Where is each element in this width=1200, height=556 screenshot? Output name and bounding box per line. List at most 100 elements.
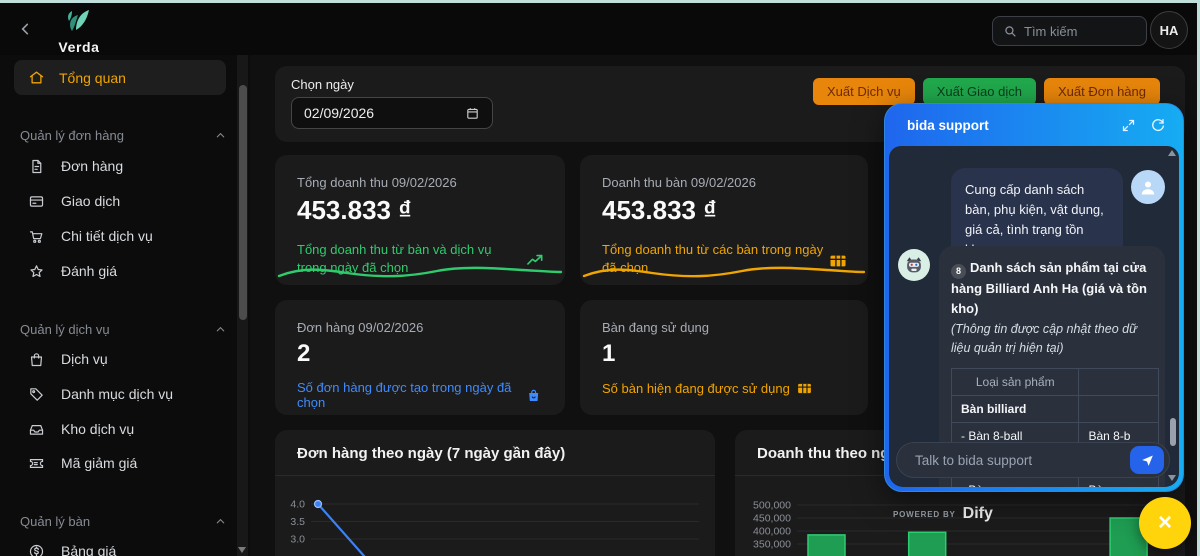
sidebar-item-chi-tiet-dich-vu[interactable]: Chi tiết dịch vụ bbox=[14, 222, 226, 250]
svg-text:450,000: 450,000 bbox=[753, 513, 791, 525]
powered-by-footer: POWERED BY Dify bbox=[893, 505, 993, 523]
chat-close-button[interactable]: × bbox=[1139, 497, 1191, 549]
person-icon bbox=[1141, 181, 1155, 195]
chevron-up-icon bbox=[216, 132, 225, 137]
sidebar-item-don-hang[interactable]: Đơn hàng bbox=[14, 152, 226, 180]
brand-logo[interactable]: Verda bbox=[44, 7, 114, 55]
card-title: Đơn hàng 09/02/2026 bbox=[297, 320, 424, 335]
sidebar-item-giao-dich[interactable]: Giao dịch bbox=[14, 187, 226, 215]
sidebar-section-orders[interactable]: Quản lý đơn hàng bbox=[20, 126, 226, 144]
export-orders-button[interactable]: Xuất Đơn hàng bbox=[1043, 78, 1160, 105]
sidebar-section-services[interactable]: Quản lý dịch vụ bbox=[20, 320, 226, 338]
sidebar-item-label: Tổng quan bbox=[59, 69, 126, 86]
cart-icon bbox=[29, 230, 43, 243]
sidebar-item-danh-gia[interactable]: Đánh giá bbox=[14, 257, 226, 285]
stat-card-orders: Đơn hàng 09/02/2026 2 Số đơn hàng được t… bbox=[275, 300, 565, 415]
sidebar-item-label: Đánh giá bbox=[61, 263, 118, 279]
card-subtitle-row: Số đơn hàng được tạo trong ngày đã chọn bbox=[297, 380, 541, 410]
powered-by-label: POWERED BY bbox=[893, 509, 956, 519]
bot-avatar bbox=[898, 249, 930, 281]
sidebar-section-tables[interactable]: Quản lý bàn bbox=[20, 512, 226, 530]
chat-message-input[interactable] bbox=[915, 452, 1130, 468]
robot-icon bbox=[906, 257, 922, 273]
sidebar-item-label: Giao dịch bbox=[61, 193, 121, 209]
sidebar: Tổng quan Quản lý đơn hàng Đơn hàng Giao… bbox=[0, 55, 250, 556]
user-avatar[interactable]: HA bbox=[1150, 11, 1188, 49]
chat-header: bida support bbox=[885, 104, 1183, 146]
card-value: 453.833 ₫ bbox=[602, 195, 717, 225]
svg-text:350,000: 350,000 bbox=[753, 539, 791, 551]
scroll-down-arrow-icon[interactable] bbox=[238, 547, 246, 553]
svg-text:4.0: 4.0 bbox=[290, 499, 305, 511]
table-header bbox=[1078, 367, 1160, 396]
credit-card-icon bbox=[29, 195, 44, 207]
date-input[interactable] bbox=[304, 105, 465, 121]
topbar: Verda HA bbox=[0, 3, 1200, 55]
card-subtitle: Số đơn hàng được tạo trong ngày đã chọn bbox=[297, 380, 512, 410]
chevron-up-icon bbox=[216, 518, 225, 523]
calendar-icon[interactable] bbox=[465, 106, 480, 121]
card-value: 453.833 ₫ bbox=[297, 195, 412, 225]
sidebar-item-dich-vu[interactable]: Dịch vụ bbox=[14, 345, 226, 373]
scroll-up-arrow-icon[interactable] bbox=[1168, 150, 1176, 156]
search-box[interactable] bbox=[992, 16, 1147, 46]
sidebar-scrollbar-thumb[interactable] bbox=[238, 85, 247, 320]
expand-icon[interactable] bbox=[1117, 114, 1139, 136]
green-sparkline bbox=[277, 266, 563, 278]
chart-title: Đơn hàng theo ngày (7 ngày gần đây) bbox=[297, 445, 566, 462]
table-row: Bàn billiard bbox=[950, 394, 1160, 423]
dollar-icon bbox=[29, 544, 44, 556]
sidebar-item-ma-giam-gia[interactable]: Mã giảm giá bbox=[14, 449, 226, 477]
card-title: Tổng doanh thu 09/02/2026 bbox=[297, 175, 457, 190]
stat-card-total-revenue: Tổng doanh thu 09/02/2026 453.833 ₫ Tổng… bbox=[275, 155, 565, 285]
card-subtitle: Số bàn hiện đang được sử dụng bbox=[602, 381, 790, 396]
stat-card-tables-in-use: Bàn đang sử dụng 1 Số bàn hiện đang được… bbox=[580, 300, 868, 415]
sidebar-item-bang-gia[interactable]: Bảng giá bbox=[14, 537, 226, 556]
chat-title: bida support bbox=[907, 117, 989, 133]
sidebar-item-label: Dịch vụ bbox=[61, 351, 108, 367]
sprout-logo-icon bbox=[68, 10, 89, 31]
ticket-icon bbox=[29, 458, 44, 468]
star-icon bbox=[30, 264, 43, 277]
tag-icon bbox=[30, 387, 43, 401]
svg-text:3.0: 3.0 bbox=[290, 534, 305, 546]
sidebar-item-danh-muc-dich-vu[interactable]: Danh mục dịch vụ bbox=[14, 380, 226, 408]
section-label: Quản lý bàn bbox=[20, 513, 91, 529]
user-chat-avatar bbox=[1131, 170, 1165, 204]
export-transactions-button[interactable]: Xuất Giao dịch bbox=[922, 78, 1036, 105]
export-services-button[interactable]: Xuất Dịch vụ bbox=[812, 78, 915, 105]
svg-text:500,000: 500,000 bbox=[753, 500, 791, 512]
date-picker[interactable] bbox=[291, 97, 493, 129]
sidebar-item-label: Bảng giá bbox=[61, 543, 117, 556]
refresh-icon[interactable] bbox=[1147, 114, 1169, 136]
shopping-bag-icon bbox=[528, 389, 538, 401]
chat-body: Cung cấp danh sách bàn, phụ kiện, vật dụ… bbox=[889, 146, 1179, 487]
search-input[interactable] bbox=[1024, 23, 1136, 39]
stat-card-table-revenue: Doanh thu bàn 09/02/2026 453.833 ₫ Tổng … bbox=[580, 155, 868, 285]
document-icon bbox=[32, 159, 42, 173]
search-icon bbox=[1005, 26, 1016, 37]
orders-line-chart: 4.0 3.5 3.0 bbox=[290, 499, 699, 556]
bag-icon bbox=[30, 352, 43, 366]
chat-scrollbar[interactable] bbox=[1168, 150, 1177, 481]
back-button[interactable] bbox=[16, 19, 36, 39]
scroll-down-arrow-icon[interactable] bbox=[1168, 475, 1176, 481]
chevron-up-icon bbox=[216, 326, 225, 331]
sidebar-item-label: Đơn hàng bbox=[61, 158, 124, 174]
dify-logo: Dify bbox=[962, 505, 993, 522]
sidebar-item-kho-dich-vu[interactable]: Kho dịch vụ bbox=[14, 415, 226, 443]
chat-scrollbar-thumb[interactable] bbox=[1170, 418, 1176, 446]
card-subtitle-row: Số bàn hiện đang được sử dụng bbox=[602, 380, 846, 397]
sidebar-item-label: Chi tiết dịch vụ bbox=[61, 228, 153, 244]
chevron-left-icon bbox=[21, 23, 29, 35]
brand-name: Verda bbox=[58, 39, 100, 55]
export-buttons: Xuất Dịch vụ Xuất Giao dịch Xuất Đơn hàn… bbox=[812, 78, 1160, 105]
tray-icon bbox=[29, 424, 44, 435]
chat-widget: bida support Cung cấp danh sách bàn, phụ… bbox=[884, 103, 1184, 492]
send-button[interactable] bbox=[1130, 446, 1164, 474]
section-label: Quản lý dịch vụ bbox=[20, 321, 110, 337]
chat-input-bar[interactable] bbox=[896, 442, 1170, 478]
sidebar-scrollbar[interactable] bbox=[237, 55, 248, 556]
orange-sparkline bbox=[582, 266, 866, 278]
sidebar-item-tong-quan[interactable]: Tổng quan bbox=[14, 60, 226, 95]
